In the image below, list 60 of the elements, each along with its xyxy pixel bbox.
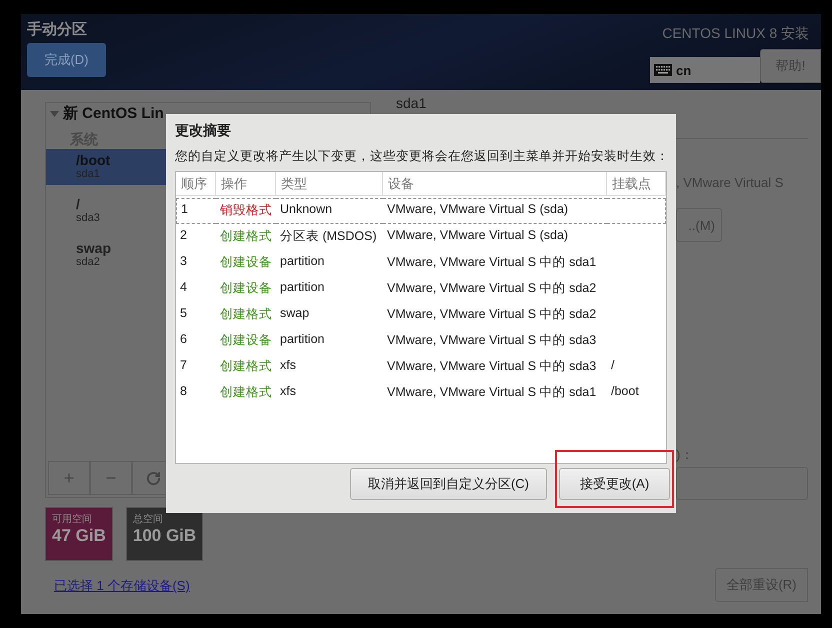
table-cell: 1: [176, 198, 216, 224]
table-cell-text: VMware, VMware Virtual S (sda): [386, 227, 570, 244]
column-header[interactable]: 操作: [216, 172, 276, 196]
table-cell-text: 创建格式: [219, 384, 273, 401]
table-cell-text: 6: [179, 331, 188, 348]
tree-heading: 新 CentOS Lin: [63, 104, 164, 123]
column-header[interactable]: 设备: [383, 172, 607, 196]
table-cell-text: 创建设备: [219, 254, 273, 271]
storage-tile: 总空间 100 GiB: [126, 507, 204, 561]
remove-button[interactable]: −: [90, 461, 132, 495]
table-cell-text: VMware, VMware Virtual S 中的 sda2: [386, 306, 598, 323]
table-cell-text: xfs: [279, 383, 297, 400]
table-cell-text: VMware, VMware Virtual S 中的 sda3: [386, 332, 598, 349]
storage-tile: 可用空间 47 GiB: [45, 507, 113, 561]
table-cell-text: 5: [179, 305, 188, 322]
table-cell-text: VMware, VMware Virtual S 中的 sda3: [386, 358, 598, 375]
page-title: 手动分区: [27, 20, 87, 39]
table-cell-text: 4: [179, 279, 188, 296]
table-cell-text: VMware, VMware Virtual S 中的 sda1: [386, 254, 598, 271]
table-cell-text: 创建格式: [219, 306, 273, 323]
dialog-message: 您的自定义更改将产生以下变更，这些变更将会在您返回到主菜单并开始安装时生效：: [175, 148, 667, 165]
column-header[interactable]: 挂载点: [607, 172, 666, 196]
table-cell-text: 2: [179, 227, 188, 244]
keyboard-icon: [654, 64, 672, 76]
table-cell: 销毁格式: [216, 198, 276, 224]
table-cell: VMware, VMware Virtual S (sda): [383, 198, 607, 224]
add-button[interactable]: +: [48, 461, 90, 495]
field-label: )：: [676, 446, 694, 464]
table-cell-text: /boot: [610, 383, 640, 400]
table-cell-text: 8: [179, 383, 188, 400]
done-button[interactable]: 完成(D): [27, 43, 106, 77]
product-title: CENTOS LINUX 8 安装: [662, 25, 809, 43]
table-cell-text: swap: [279, 305, 310, 322]
table-cell-text: partition: [279, 279, 326, 296]
table-cell-text: 创建设备: [219, 280, 273, 297]
table-cell-text: 创建格式: [219, 228, 273, 245]
table-cell-text: 7: [179, 357, 188, 374]
focus-outline: [607, 198, 666, 224]
text-field[interactable]: [676, 467, 808, 500]
dialog-button[interactable]: 取消并返回到自定义分区(C): [350, 468, 547, 500]
keyboard-layout-field[interactable]: cn: [650, 57, 760, 83]
storage-devices-link[interactable]: 已选择 1 个存储设备(S): [54, 577, 190, 595]
column-header[interactable]: 类型: [276, 172, 383, 196]
table-cell-text: /: [610, 357, 616, 374]
table-cell-text: 创建格式: [219, 358, 273, 375]
table-cell-text: 3: [179, 253, 188, 270]
table-cell-text: partition: [279, 331, 326, 348]
table-cell-text: partition: [279, 253, 326, 270]
refresh-icon: [146, 470, 160, 486]
table-cell-text: 分区表 (MSDOS): [279, 228, 378, 245]
column-header[interactable]: 顺序: [176, 172, 216, 196]
dialog-button[interactable]: 接受更改(A): [559, 468, 670, 500]
table-cell-text: VMware, VMware Virtual S 中的 sda2: [386, 280, 598, 297]
dialog-title: 更改摘要: [175, 122, 232, 140]
table-cell-text: 创建设备: [219, 332, 273, 349]
table-cell-text: VMware, VMware Virtual S 中的 sda1: [386, 384, 598, 401]
table-cell: Unknown: [276, 198, 383, 224]
partition-title: sda1: [396, 95, 426, 111]
table-cell-text: xfs: [279, 357, 297, 374]
expander-icon[interactable]: [50, 110, 59, 116]
